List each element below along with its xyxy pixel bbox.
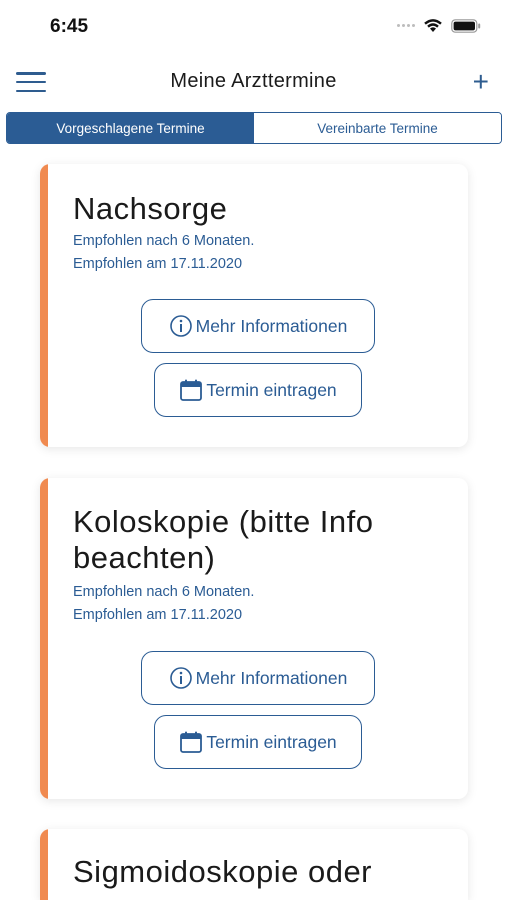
recommended-after: Empfohlen nach 6 Monaten. <box>73 233 255 249</box>
card-title-line-2: beachten) <box>73 540 216 575</box>
calendar-icon <box>180 379 203 401</box>
tab-scheduled[interactable]: Vereinbarte Termine <box>254 113 501 143</box>
more-info-button[interactable]: Mehr Informationen <box>141 299 375 353</box>
add-appointment-button[interactable]: Termin eintragen <box>154 363 362 417</box>
add-appointment-label: Termin eintragen <box>206 379 337 400</box>
card-title: Sigmoidoskopie oder <box>73 854 373 889</box>
signal-icon <box>397 24 415 27</box>
card-title: Nachsorge <box>73 191 228 226</box>
wifi-icon <box>424 19 442 32</box>
add-button[interactable]: + <box>473 64 489 100</box>
info-icon <box>169 667 192 689</box>
appointment-card: Koloskopie (bitte Info beachten) Empfohl… <box>40 478 468 799</box>
nav-bar: Meine Arzttermine + <box>0 60 507 104</box>
more-info-label: Mehr Informationen <box>195 667 348 688</box>
more-info-button[interactable]: Mehr Informationen <box>141 651 375 705</box>
battery-icon <box>451 18 481 33</box>
recommended-after: Empfohlen nach 6 Monaten. <box>73 584 255 600</box>
add-appointment-button[interactable]: Termin eintragen <box>154 715 362 769</box>
appointment-card: Sigmoidoskopie oder <box>40 829 468 900</box>
page-title: Meine Arzttermine <box>170 70 337 92</box>
info-icon <box>169 315 192 337</box>
card-title-line-1: Koloskopie (bitte Info <box>73 504 374 539</box>
recommended-date: Empfohlen am 17.11.2020 <box>73 607 243 623</box>
appointment-card: Nachsorge Empfohlen nach 6 Monaten. Empf… <box>40 164 468 447</box>
calendar-icon <box>180 731 203 753</box>
recommended-date: Empfohlen am 17.11.2020 <box>73 256 243 272</box>
more-info-label: Mehr Informationen <box>195 315 348 336</box>
status-time: 6:45 <box>50 16 89 37</box>
status-icons <box>397 18 481 33</box>
status-bar: 6:45 <box>0 0 507 52</box>
add-appointment-label: Termin eintragen <box>206 731 337 752</box>
tab-switcher: Vorgeschlagene Termine Vereinbarte Termi… <box>6 112 502 144</box>
tab-suggested[interactable]: Vorgeschlagene Termine <box>7 113 254 143</box>
